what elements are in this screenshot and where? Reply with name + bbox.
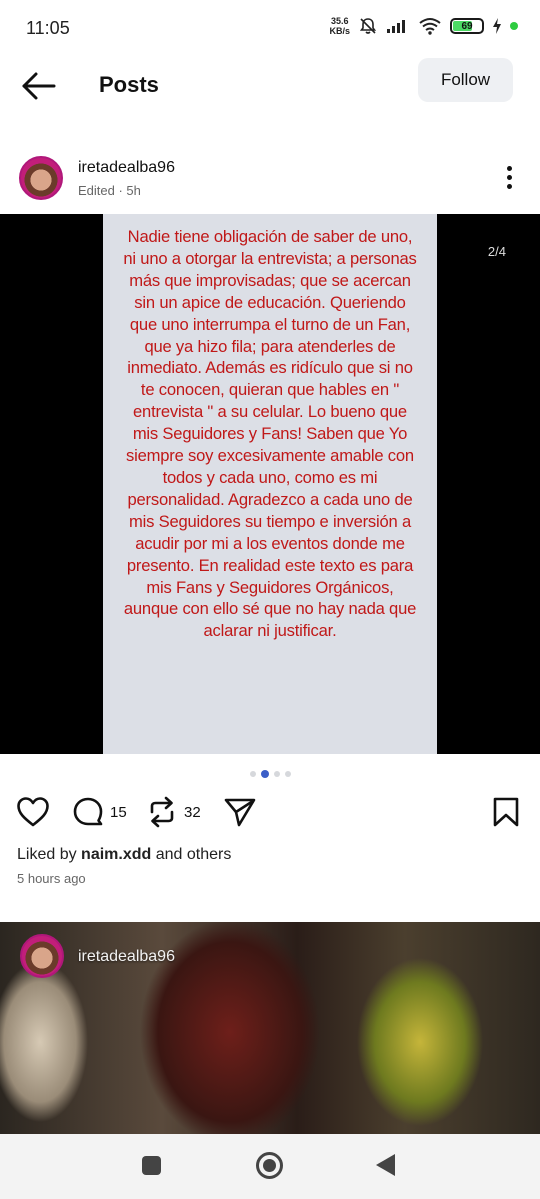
more-vertical-icon[interactable] <box>498 166 520 192</box>
bell-muted-icon <box>359 18 377 34</box>
avatar[interactable] <box>20 934 64 978</box>
next-post-username[interactable]: iretadealba96 <box>78 948 175 966</box>
network-speed: 35.6 KB/s <box>329 16 350 36</box>
status-icons: 35.6 KB/s 69 <box>329 16 518 36</box>
post-username[interactable]: iretadealba96 <box>78 159 175 177</box>
top-app-bar: Posts Follow <box>0 56 540 116</box>
liked-by-text: Liked by naim.xdd and others <box>17 846 232 863</box>
carousel-dots <box>0 768 540 780</box>
page-title: Posts <box>99 72 159 97</box>
comment-icon <box>73 797 103 826</box>
post-header: iretadealba96 Edited · 5h <box>0 150 540 210</box>
follow-button[interactable]: Follow <box>418 58 513 102</box>
charging-bolt-icon <box>493 18 501 34</box>
privacy-indicator-dot <box>510 22 518 30</box>
post-meta: Edited · 5h <box>78 183 141 198</box>
heart-icon <box>17 797 49 827</box>
home-icon[interactable] <box>256 1152 283 1179</box>
liked-by-user[interactable]: naim.xdd <box>81 846 151 863</box>
story-text: Nadie tiene obligación de saber de uno, … <box>123 227 417 641</box>
wifi-icon <box>419 18 441 35</box>
arrow-left-icon[interactable] <box>20 70 60 102</box>
post-timestamp: 5 hours ago <box>17 871 86 886</box>
send-icon <box>224 798 256 827</box>
status-bar: 11:05 35.6 KB/s 69 <box>0 0 540 60</box>
repost-count: 32 <box>184 803 201 821</box>
slide-counter: 2/4 <box>487 244 506 259</box>
recents-icon[interactable] <box>142 1156 161 1175</box>
carousel-dot <box>249 771 256 777</box>
bookmark-button[interactable] <box>492 796 520 828</box>
repost-icon <box>150 796 174 828</box>
like-button[interactable] <box>16 796 50 828</box>
status-time: 11:05 <box>26 18 70 38</box>
carousel-dot <box>273 771 280 777</box>
comment-button[interactable]: 15 <box>72 796 127 828</box>
carousel-dot <box>284 771 291 777</box>
comment-count: 15 <box>110 803 127 821</box>
avatar[interactable] <box>19 156 63 200</box>
repost-button[interactable]: 32 <box>146 796 201 828</box>
battery-icon: 69 <box>450 18 484 34</box>
post-media-carousel[interactable]: Nadie tiene obligación de saber de uno, … <box>0 214 540 754</box>
back-triangle-icon[interactable] <box>376 1154 395 1176</box>
bookmark-icon <box>493 797 519 827</box>
post-actions: 15 32 <box>0 790 540 836</box>
carousel-dot-active <box>260 770 269 778</box>
system-navigation-bar <box>0 1134 540 1199</box>
signal-icon <box>387 20 405 33</box>
story-screenshot: Nadie tiene obligación de saber de uno, … <box>103 214 437 754</box>
next-post-media[interactable]: iretadealba96 <box>0 922 540 1134</box>
share-button[interactable] <box>223 796 257 828</box>
